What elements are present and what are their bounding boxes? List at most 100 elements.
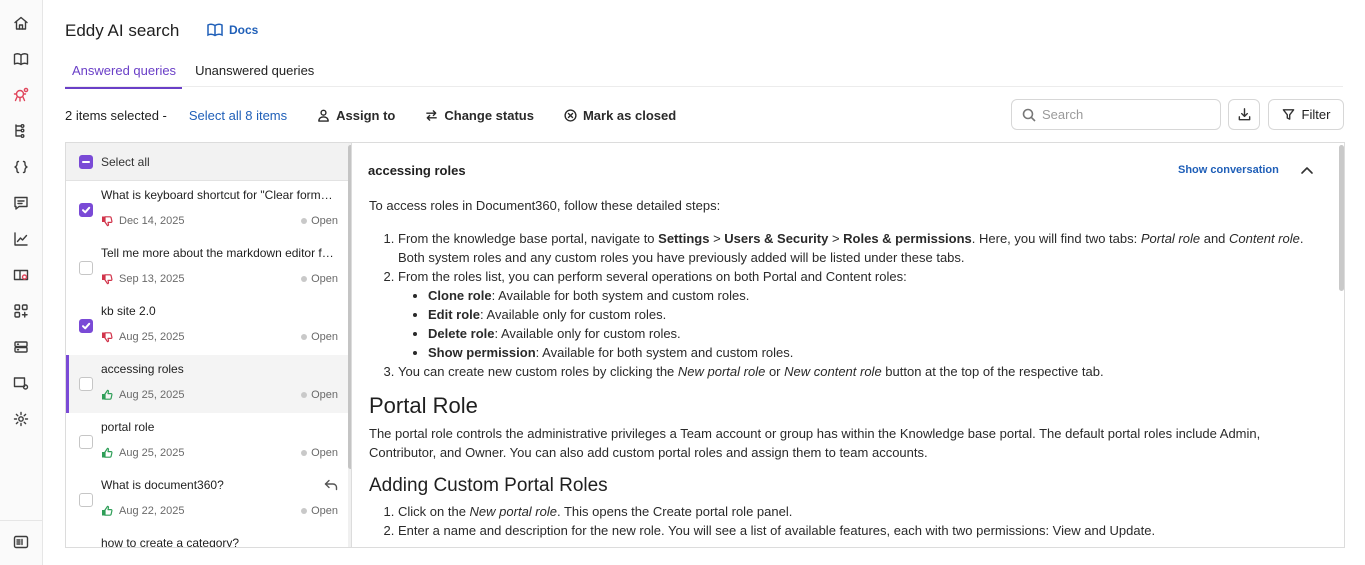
item-checkbox[interactable] <box>79 377 93 391</box>
thumbs-down-icon <box>102 216 113 227</box>
item-date: Aug 22, 2025 <box>119 505 185 517</box>
item-checkbox[interactable] <box>79 203 93 217</box>
step-text: > <box>828 231 844 246</box>
analytics-icon[interactable] <box>12 230 30 248</box>
tab-answered-queries[interactable]: Answered queries <box>65 61 183 89</box>
select-all-items-link[interactable]: Select all 8 items <box>189 108 287 123</box>
storage-icon[interactable] <box>12 338 30 356</box>
filter-button[interactable]: Filter <box>1268 99 1344 130</box>
list-item[interactable]: how to create a category? <box>66 529 348 547</box>
assign-to-label: Assign to <box>336 107 396 123</box>
answer-content: To access roles in Document360, follow t… <box>369 196 1331 540</box>
item-date: Aug 25, 2025 <box>119 447 185 459</box>
book-icon[interactable] <box>12 50 30 68</box>
gear-icon[interactable] <box>12 410 30 428</box>
answer-title: accessing roles <box>368 163 466 178</box>
feedback-icon[interactable] <box>12 194 30 212</box>
assign-to-button[interactable]: Assign to <box>317 108 395 123</box>
person-icon <box>318 109 329 122</box>
docs-link[interactable]: Docs <box>207 23 258 37</box>
list-item-selected[interactable]: accessing roles Aug 25, 2025 Open <box>66 355 348 413</box>
item-question: What is document360? <box>101 478 224 492</box>
step-text: Click on the <box>398 504 470 519</box>
bulk-action-toolbar: 2 items selected - Select all 8 items As… <box>65 106 676 124</box>
status-dot <box>301 334 308 340</box>
status-dot <box>301 450 308 456</box>
open-book-icon <box>207 23 223 37</box>
knowledge-base-icon[interactable] <box>12 266 30 284</box>
eddy-ai-icon[interactable] <box>12 86 30 104</box>
change-status-button[interactable]: Change status <box>425 108 534 123</box>
answer-detail-panel: accessing roles Show conversation To acc… <box>351 142 1345 548</box>
thumbs-up-icon <box>102 447 113 458</box>
status-badge: Open <box>311 273 338 285</box>
detail-scrollbar[interactable] <box>1338 143 1344 547</box>
chevron-up-icon[interactable] <box>1300 162 1314 180</box>
mark-as-closed-label: Mark as closed <box>582 107 677 123</box>
step-text: From the knowledge base portal, navigate… <box>398 231 659 246</box>
collapse-sidebar-icon[interactable] <box>12 533 30 551</box>
item-question: accessing roles <box>101 362 184 376</box>
item-checkbox[interactable] <box>79 319 93 333</box>
kb-settings-icon[interactable] <box>12 374 30 392</box>
item-date: Sep 13, 2025 <box>119 273 185 285</box>
bullet-text: : Available only for custom roles. <box>480 307 667 322</box>
item-question: kb site 2.0 <box>101 304 156 318</box>
list-item[interactable]: kb site 2.0 Aug 25, 2025 Open <box>66 297 348 355</box>
docs-label: Docs <box>229 23 259 37</box>
item-question: What is keyboard shortcut for "Clear for… <box>101 188 337 202</box>
query-tabs: Answered queries Unanswered queries <box>65 61 320 89</box>
item-date: Dec 14, 2025 <box>119 215 185 227</box>
select-all-checkbox[interactable] <box>79 154 93 169</box>
step-italic: Content role <box>1229 231 1300 246</box>
mark-as-closed-button[interactable]: Mark as closed <box>564 108 676 123</box>
status-badge: Open <box>311 215 338 227</box>
step-text: . This opens the Create portal role pane… <box>556 504 793 519</box>
list-item[interactable]: Tell me more about the markdown editor f… <box>66 239 348 297</box>
bullet-item: Edit role: Available only for custom rol… <box>428 305 1331 324</box>
list-item[interactable]: What is document360? Aug 22, 2025 Open <box>66 471 348 529</box>
item-checkbox[interactable] <box>79 261 93 275</box>
filter-label: Filter <box>1301 107 1331 122</box>
step-bold: Users & Security <box>724 231 829 246</box>
step-italic: New portal role <box>677 364 766 379</box>
download-button[interactable] <box>1228 99 1260 130</box>
steps-list: From the knowledge base portal, navigate… <box>386 229 1331 381</box>
rail-divider <box>0 520 43 521</box>
bullet-item: Show permission: Available for both syst… <box>428 343 1331 362</box>
portal-role-paragraph: The portal role controls the administrat… <box>369 426 1261 460</box>
step-text: or <box>765 364 785 379</box>
change-status-label: Change status <box>444 107 534 123</box>
list-item[interactable]: portal role Aug 25, 2025 Open <box>66 413 348 471</box>
step-item: Enter a name and description for the new… <box>398 521 1331 540</box>
widgets-icon[interactable] <box>12 302 30 320</box>
bullet-bold: Edit role <box>428 307 481 322</box>
bullet-item: Clone role: Available for both system an… <box>428 286 1331 305</box>
step-italic: New portal role <box>469 504 557 519</box>
step-item: From the roles list, you can perform sev… <box>398 267 1331 362</box>
bullet-text: : Available for both system and custom r… <box>535 345 794 360</box>
swap-arrows-icon <box>426 109 438 121</box>
item-checkbox[interactable] <box>79 493 93 507</box>
category-tree-icon[interactable] <box>12 122 30 140</box>
list-item[interactable]: What is keyboard shortcut for "Clear for… <box>66 181 348 239</box>
code-braces-icon[interactable] <box>12 158 30 176</box>
selection-count: 2 items selected - <box>65 107 167 123</box>
tab-unanswered-queries[interactable]: Unanswered queries <box>188 61 320 89</box>
thumbs-up-icon <box>102 505 113 516</box>
tab-divider <box>65 86 1343 87</box>
operations-list: Clone role: Available for both system an… <box>413 286 1331 362</box>
home-icon[interactable] <box>12 14 30 32</box>
status-dot <box>301 276 308 282</box>
answer-intro: To access roles in Document360, follow t… <box>369 198 721 213</box>
select-all-row: Select all <box>66 143 351 181</box>
item-checkbox[interactable] <box>79 435 93 449</box>
detail-scrollbar-thumb[interactable] <box>1339 145 1344 291</box>
bullet-text: : Available only for custom roles. <box>494 326 681 341</box>
status-dot <box>301 508 308 514</box>
search-input[interactable] <box>1042 107 1212 122</box>
download-icon <box>1238 108 1250 121</box>
reply-icon <box>324 478 338 496</box>
show-conversation-link[interactable]: Show conversation <box>1178 164 1279 176</box>
status-badge: Open <box>311 331 338 343</box>
